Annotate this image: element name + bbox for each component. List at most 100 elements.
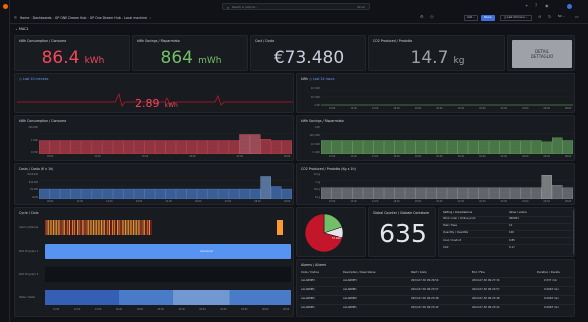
panel-title: ◷ Last 10 minutes: [19, 77, 48, 81]
bar: [363, 140, 374, 154]
alarm-segment: [86, 220, 88, 235]
co2-bar-chart: [321, 175, 573, 199]
gear-icon[interactable]: ⚙: [420, 14, 424, 19]
add-button[interactable]: Add ⌄: [464, 14, 479, 21]
breadcrumb-folder[interactable]: GP ONE Dream Hub: [55, 16, 87, 20]
state-timeline: [45, 290, 291, 305]
x-tick-label: 03:00: [224, 200, 232, 203]
scrollbar[interactable]: [573, 210, 574, 254]
alarm-segment: [112, 220, 114, 235]
x-tick-label: 08:00: [565, 200, 572, 203]
stat-panel-cost: Cost / Costo €73.480: [250, 35, 366, 71]
alarm-segment: [142, 220, 144, 235]
table-header[interactable]: Start / Inizio: [411, 271, 427, 274]
y-tick-label: 10 Wh: [30, 151, 38, 154]
tv-mode-icon[interactable]: ▭: [575, 14, 579, 19]
bar: [91, 140, 103, 154]
clock-icon-small[interactable]: ◷: [430, 14, 434, 19]
help-icon[interactable]: ?: [535, 3, 537, 8]
star-icon[interactable]: ☆: [148, 16, 152, 20]
table-header[interactable]: Setting / Impostazione: [443, 211, 472, 214]
last10-panel: ◷ Last 10 minutes 2.89 kWh: [14, 73, 294, 113]
y-tick-label: €10,000: [28, 180, 38, 184]
share-button[interactable]: Share: [481, 14, 495, 21]
stat-number: 86.4: [41, 48, 80, 68]
bar: [394, 187, 405, 199]
table-header[interactable]: Description / Descrizione: [343, 271, 375, 274]
breadcrumb-dashboards[interactable]: Dashboards: [33, 16, 52, 20]
stat-number: €73.480: [273, 48, 345, 68]
alarm-segment: [118, 220, 120, 235]
alarm-segment: [131, 220, 133, 235]
refresh-icon[interactable]: ↻: [548, 14, 551, 19]
menu-icon[interactable]: ☰: [14, 16, 19, 20]
bar: [239, 188, 250, 199]
alarm-segment: [144, 220, 146, 235]
bar: [281, 188, 292, 199]
x-tick-label: 21:00: [165, 200, 172, 203]
search-input[interactable]: Search or jump to...: [232, 6, 258, 9]
bar: [457, 187, 468, 199]
bar: [321, 187, 332, 199]
alarm-segment: [54, 220, 56, 235]
table-header[interactable]: Value / valore: [509, 211, 527, 214]
breadcrumb: ☰ Home › Dashboards › GP ONE Dream Hub ›…: [14, 16, 152, 20]
bar: [112, 188, 124, 199]
y-tick-label: 100 g: [313, 188, 320, 192]
table-cell: ALLARME3: [343, 279, 357, 282]
bar: [531, 187, 542, 199]
zoom-out-icon[interactable]: ⊖: [538, 14, 541, 19]
y-tick-label: 10 g: [315, 196, 320, 199]
alarms-panel: Alarms / Allarmi Code / Codice Descripti…: [296, 259, 575, 317]
alarm-segment: [75, 220, 77, 235]
refresh-interval[interactable]: 5m ⌄: [558, 15, 565, 18]
x-tick-label: 08:00: [565, 155, 572, 158]
y-tick-label: 100 mWh: [309, 134, 320, 138]
savings-bar-chart: [321, 133, 573, 154]
breadcrumb-dashboard[interactable]: GP One Dream Hub - Local machine: [90, 16, 147, 20]
time-range-label: Last 24 hours: [507, 15, 525, 19]
stat-unit: mWh: [198, 56, 222, 66]
alarm-segment: [89, 220, 91, 235]
x-axis: 10:00 12:00 14:00 16:00 18:00 20:00 22:00 00:00…: [45, 308, 291, 312]
grafana-logo-icon[interactable]: [3, 4, 8, 9]
x-tick-label: 06:00: [254, 200, 261, 203]
panel-title: Costs / Costo (€ x 1h): [19, 167, 54, 171]
bar: [531, 140, 542, 154]
x-tick-label: 12:00: [350, 200, 357, 203]
time-range-picker[interactable]: ◷ Last 24 hours ⌄: [500, 14, 532, 21]
detail-button[interactable]: DETAIL DETTAGLIO: [512, 40, 572, 68]
alarm-segment: [56, 220, 58, 235]
row-label: Alarm /Allarme: [19, 226, 39, 229]
alarm-segment: [57, 220, 59, 235]
alarm-segment: [277, 220, 283, 235]
x-tick-label: 14:00: [371, 155, 379, 158]
table-cell: ALLARME3: [301, 279, 315, 282]
bar: [176, 140, 187, 154]
refresh-interval-label: 5m: [558, 15, 563, 18]
bar: [112, 140, 124, 154]
alarm-segment: [67, 220, 69, 235]
bar: [249, 188, 261, 199]
alarm-segment: [104, 220, 106, 235]
avatar[interactable]: [567, 3, 572, 9]
table-header[interactable]: End / Fine: [472, 271, 485, 274]
alarm-segment: [141, 220, 142, 235]
table-cell: 2024-07-30 09:27:34: [472, 279, 500, 282]
x-tick-label: 06:00: [262, 308, 269, 311]
table-header[interactable]: Duration / Durata: [537, 271, 560, 274]
bar: [405, 187, 416, 199]
bar: [155, 188, 166, 199]
bar: [489, 140, 500, 154]
bar: [218, 188, 229, 199]
plus-icon[interactable]: +: [525, 3, 528, 8]
rss-icon[interactable]: ◉: [545, 3, 549, 8]
table-header[interactable]: Code / Codice: [301, 271, 319, 274]
breadcrumb-home[interactable]: Home: [20, 16, 29, 20]
alarm-segment: [94, 220, 96, 235]
bar: [197, 188, 208, 199]
alarm-segment: [125, 220, 126, 235]
bar: [321, 140, 332, 154]
row-title[interactable]: ⌄ MAC1: [15, 27, 29, 31]
search-bar[interactable]: ⌕ Search or jump to... ctrl+k: [222, 3, 370, 10]
